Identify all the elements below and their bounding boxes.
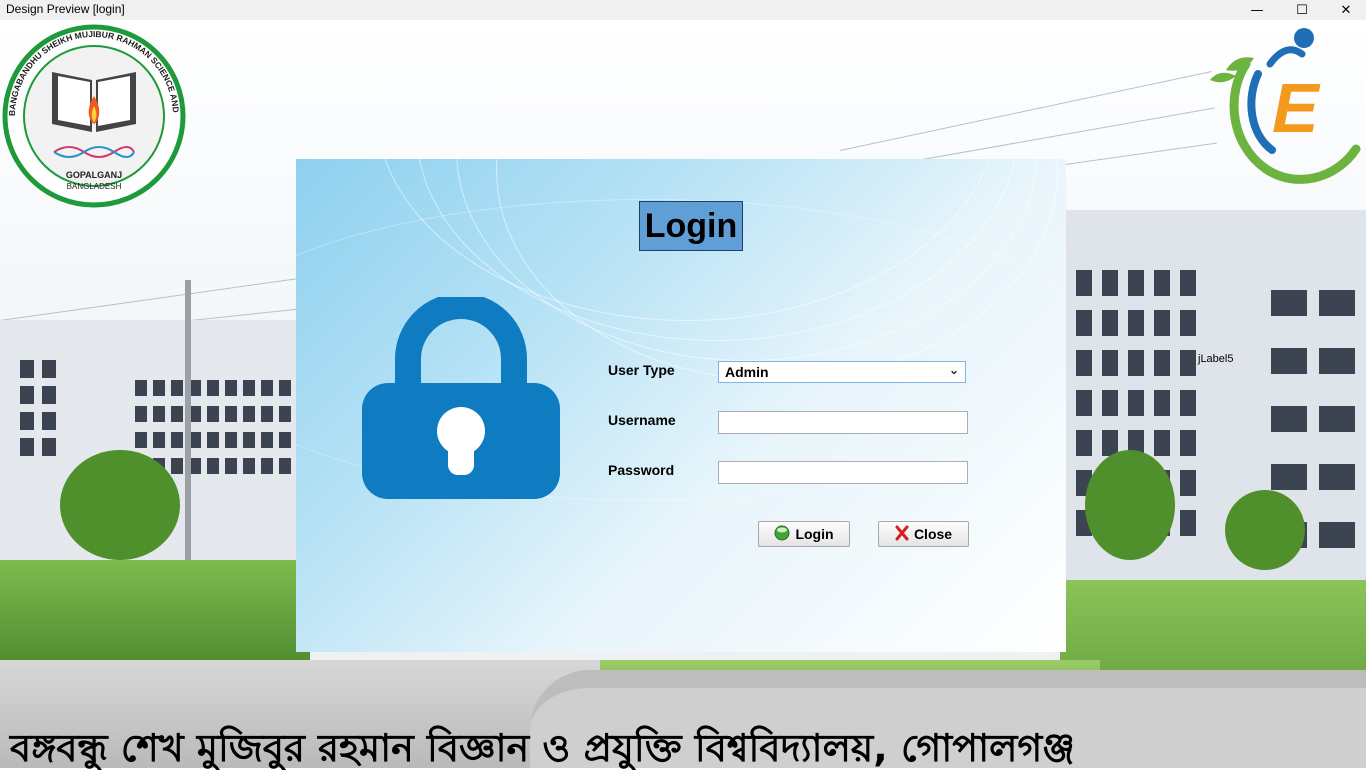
- username-label: Username: [608, 412, 676, 428]
- lock-icon: [362, 297, 560, 499]
- tree-right: [1085, 450, 1175, 560]
- palm-tree: [60, 450, 180, 560]
- logo-country-text: BANGLADESH: [66, 182, 122, 191]
- university-seal-icon: BANGABANDHU SHEIKH MUJIBUR RAHMAN SCIENC…: [0, 16, 186, 208]
- tree-far-right: [1225, 490, 1305, 570]
- close-button[interactable]: Close: [878, 521, 969, 547]
- login-title: Login: [639, 201, 743, 251]
- login-button[interactable]: Login: [758, 521, 850, 547]
- login-panel: Login User Type Admin ⌄ Username Passwor…: [296, 159, 1066, 652]
- close-icon: ✕: [1340, 2, 1352, 18]
- right-building: [1066, 210, 1366, 630]
- red-x-icon: [895, 525, 909, 544]
- maximize-button[interactable]: ☐: [1279, 0, 1325, 20]
- jlabel-text: jLabel5: [1198, 353, 1234, 365]
- window-title-bar: Design Preview [login] — ☐ ✕: [0, 0, 1366, 20]
- password-input[interactable]: [718, 461, 968, 484]
- green-orb-icon: [774, 525, 790, 544]
- login-button-label: Login: [795, 526, 834, 542]
- password-label: Password: [608, 462, 675, 478]
- minimize-icon: —: [1250, 2, 1264, 18]
- minimize-button[interactable]: —: [1234, 0, 1280, 20]
- user-type-value: Admin: [725, 364, 769, 380]
- close-button-label: Close: [913, 526, 953, 542]
- e-letter: E: [1272, 69, 1321, 147]
- window-close-button[interactable]: ✕: [1323, 0, 1366, 20]
- maximize-icon: ☐: [1296, 2, 1308, 18]
- e-logo: E: [1206, 24, 1362, 184]
- e-logo-icon: E: [1210, 28, 1361, 184]
- chevron-down-icon: ⌄: [948, 363, 959, 377]
- university-logo: BANGABANDHU SHEIKH MUJIBUR RAHMAN SCIENC…: [0, 16, 186, 208]
- university-name-banner: বঙ্গবন্ধু শেখ মুজিবুর রহমান বিজ্ঞান ও প্…: [10, 726, 1075, 770]
- username-input[interactable]: [718, 411, 968, 434]
- user-type-label: User Type: [608, 362, 675, 378]
- window-title: Design Preview [login]: [6, 2, 125, 16]
- user-type-select[interactable]: Admin ⌄: [718, 361, 966, 383]
- grass-left: [0, 560, 310, 670]
- logo-city-text: GOPALGANJ: [65, 170, 123, 180]
